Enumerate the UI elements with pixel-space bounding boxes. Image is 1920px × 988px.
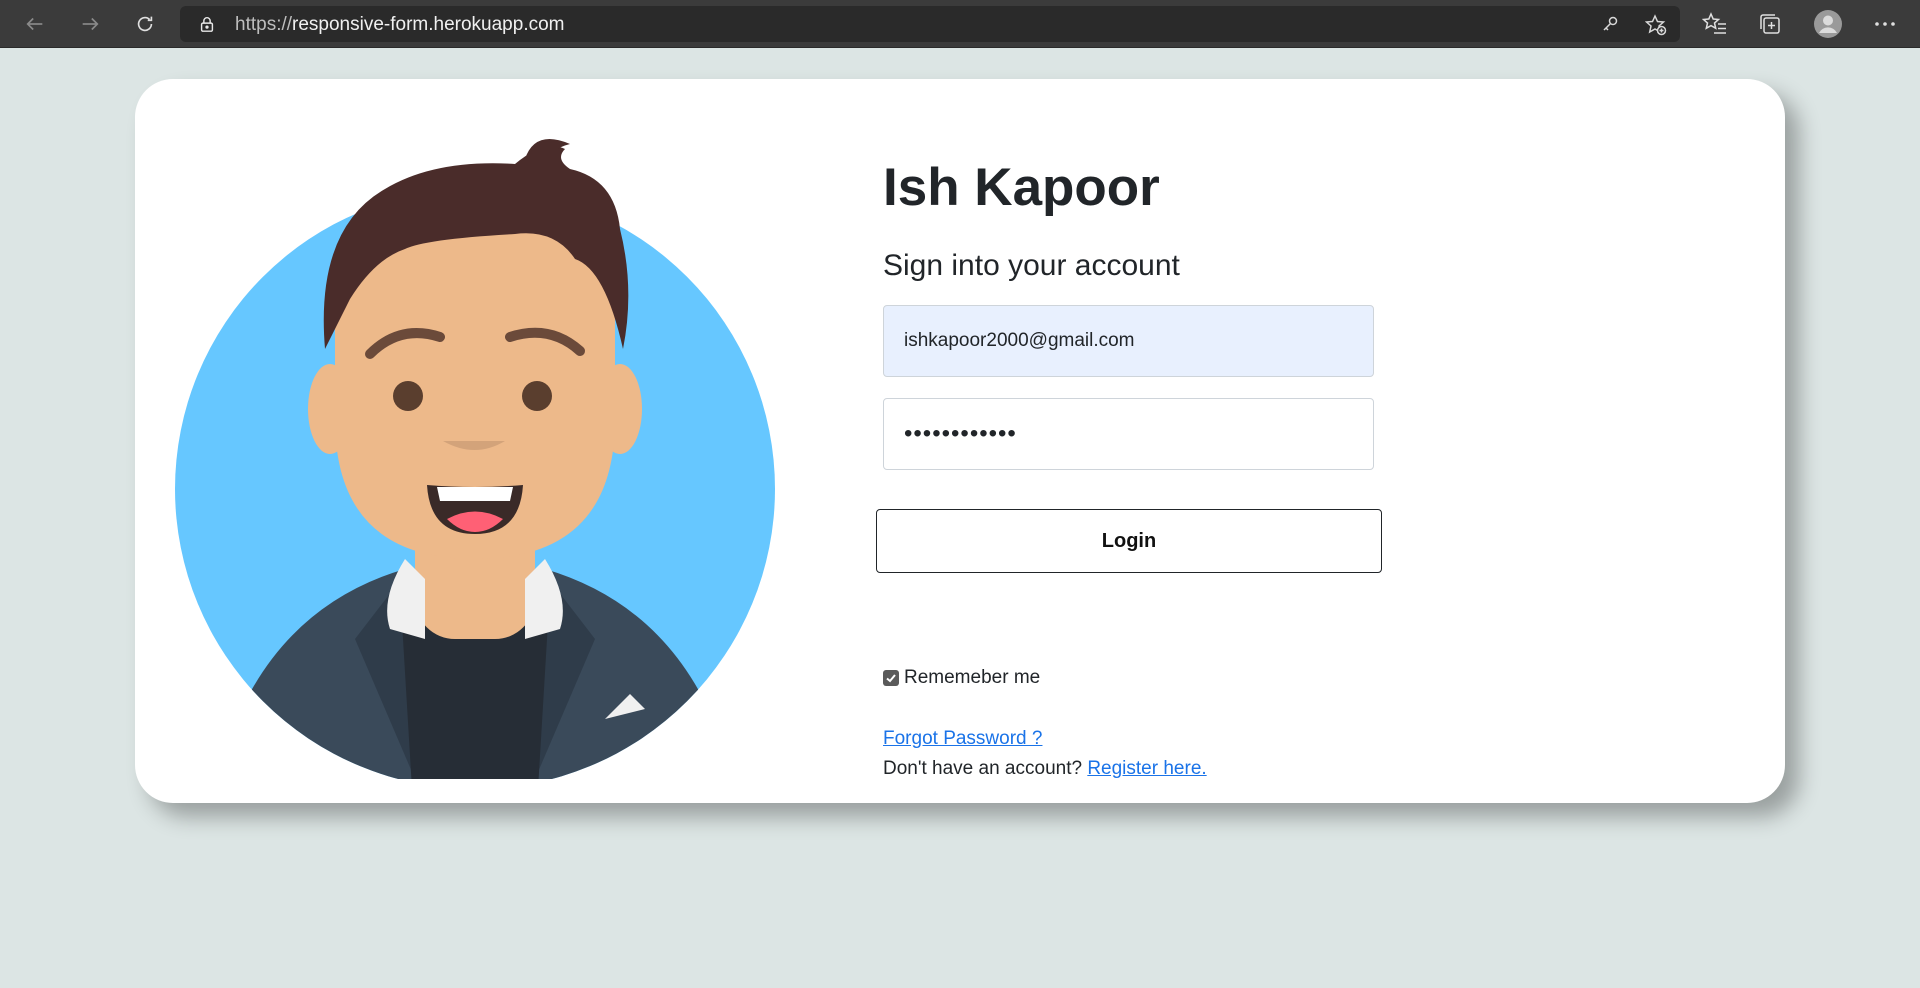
refresh-button[interactable] [130, 9, 160, 39]
checkmark-icon [886, 674, 896, 683]
remember-label: Rememeber me [904, 667, 1041, 688]
key-icon[interactable] [1600, 14, 1620, 34]
register-line: Don't have an account? Register here. [883, 758, 1207, 780]
login-button[interactable]: Login [876, 509, 1382, 573]
back-button[interactable] [20, 9, 50, 39]
favorites-icon[interactable] [1702, 11, 1728, 37]
add-favorite-icon[interactable] [1645, 14, 1667, 36]
no-account-text: Don't have an account? [883, 758, 1088, 779]
password-input[interactable]: •••••••••••• [883, 398, 1374, 470]
remember-checkbox[interactable] [883, 670, 899, 686]
forgot-password-link[interactable]: Forgot Password ? [883, 728, 1042, 750]
form-subtitle: Sign into your account [883, 249, 1180, 282]
login-card: Ish Kapoor Sign into your account ishkap… [135, 79, 1785, 803]
url-host: responsive-form.herokuapp.com [292, 14, 565, 35]
register-link[interactable]: Register here. [1087, 758, 1206, 779]
profile-icon[interactable] [1813, 9, 1843, 39]
address-bar[interactable]: https://responsive-form.herokuapp.com [180, 6, 1680, 42]
url-prefix: https:// [235, 14, 293, 35]
forward-icon [82, 17, 99, 31]
collections-icon[interactable] [1757, 11, 1783, 37]
remember-me[interactable]: Rememeber me [883, 667, 1040, 689]
avatar-illustration [175, 139, 775, 779]
refresh-icon [137, 16, 153, 32]
email-input[interactable]: ishkapoor2000@gmail.com [883, 305, 1374, 377]
back-icon [26, 17, 43, 31]
browser-toolbar: https://responsive-form.herokuapp.com [0, 0, 1920, 48]
forward-button[interactable] [75, 9, 105, 39]
lock-icon [200, 17, 214, 32]
profile-name: Ish Kapoor [883, 158, 1160, 217]
url-text: https://responsive-form.herokuapp.com [235, 14, 565, 36]
more-icon[interactable] [1872, 11, 1898, 37]
